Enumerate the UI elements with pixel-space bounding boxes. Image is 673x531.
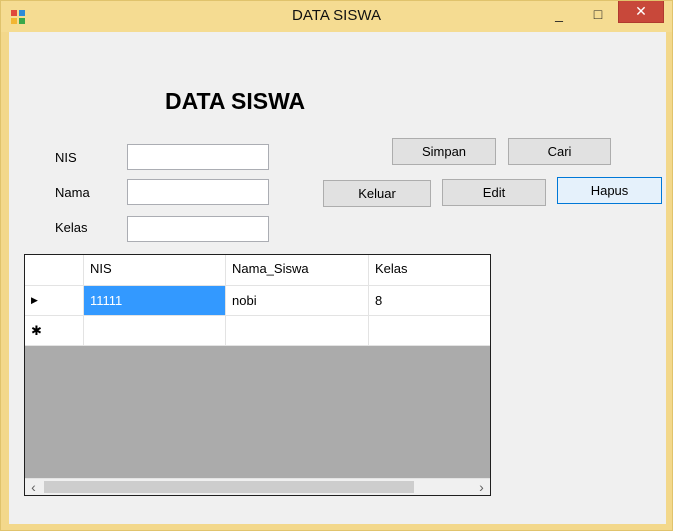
maximize-button[interactable]: □ <box>584 3 612 25</box>
new-row-header[interactable]: ✱ <box>25 316 84 346</box>
nis-field[interactable] <box>127 144 269 170</box>
title-bar[interactable]: DATA SISWA _ □ ✕ <box>1 1 672 32</box>
minimize-icon: _ <box>555 6 563 22</box>
form-client-area: DATA SISWA NIS Nama Kelas Simpan Cari Ke… <box>9 32 666 524</box>
scroll-right-icon[interactable]: › <box>473 479 490 495</box>
scroll-thumb[interactable] <box>44 481 414 493</box>
keluar-button[interactable]: Keluar <box>323 180 431 207</box>
column-header-kelas[interactable]: Kelas <box>369 255 490 286</box>
maximize-icon: □ <box>593 6 603 22</box>
nama-label: Nama <box>55 185 90 200</box>
new-row-asterisk-icon: ✱ <box>31 322 42 338</box>
grid-header-row: NIS Nama_Siswa Kelas <box>25 255 490 286</box>
close-icon: ✕ <box>635 3 647 19</box>
minimize-button[interactable]: _ <box>545 3 573 25</box>
form-heading: DATA SISWA <box>165 88 306 114</box>
new-cell-kelas[interactable] <box>369 316 490 346</box>
cari-button[interactable]: Cari <box>508 138 611 165</box>
table-row[interactable]: ▶ 11111 nobi 8 <box>25 286 490 316</box>
column-header-nama-siswa[interactable]: Nama_Siswa <box>226 255 369 286</box>
new-cell-nama-siswa[interactable] <box>226 316 369 346</box>
app-window: DATA SISWA _ □ ✕ DATA SISWA NIS Nama Kel… <box>0 0 673 531</box>
student-data-grid[interactable]: NIS Nama_Siswa Kelas ▶ 11111 nobi 8 ✱ ‹ … <box>24 254 491 496</box>
kelas-label: Kelas <box>55 220 88 235</box>
row-header[interactable]: ▶ <box>25 286 84 316</box>
kelas-field[interactable] <box>127 216 269 242</box>
column-header-nis[interactable]: NIS <box>84 255 226 286</box>
edit-button[interactable]: Edit <box>442 179 546 206</box>
nis-label: NIS <box>55 150 77 165</box>
cell-nama-siswa[interactable]: nobi <box>226 286 369 316</box>
simpan-button[interactable]: Simpan <box>392 138 496 165</box>
current-row-indicator-icon: ▶ <box>31 295 38 305</box>
nama-field[interactable] <box>127 179 269 205</box>
hapus-button[interactable]: Hapus <box>557 177 662 204</box>
close-button[interactable]: ✕ <box>618 1 664 23</box>
grid-corner-header[interactable] <box>25 255 84 286</box>
scroll-left-icon[interactable]: ‹ <box>25 479 42 495</box>
cell-kelas[interactable]: 8 <box>369 286 490 316</box>
new-row[interactable]: ✱ <box>25 316 490 346</box>
horizontal-scrollbar[interactable]: ‹ › <box>25 478 490 495</box>
new-cell-nis[interactable] <box>84 316 226 346</box>
cell-nis[interactable]: 11111 <box>84 286 226 316</box>
